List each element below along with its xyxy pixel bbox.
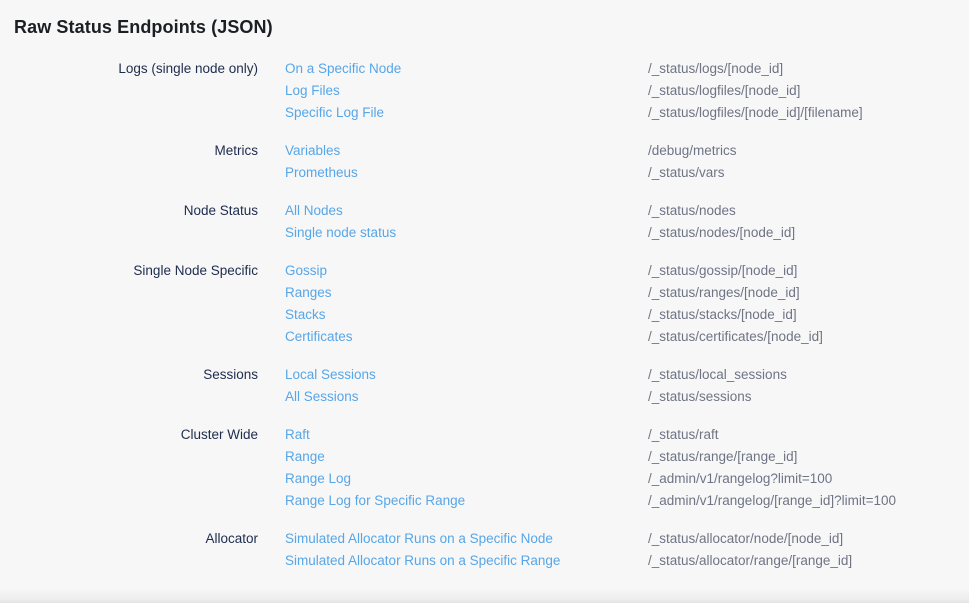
endpoint-path: /_status/allocator/node/[node_id] [648, 528, 955, 550]
endpoint-section: Allocator Simulated Allocator Runs on a S… [14, 528, 955, 572]
endpoint-path: /_status/sessions [648, 386, 955, 408]
category-label: Metrics [14, 140, 258, 184]
endpoint-link[interactable]: Certificates [285, 326, 648, 348]
endpoint-link[interactable]: All Sessions [285, 386, 648, 408]
links-column: All NodesSingle node status [258, 200, 648, 244]
category-label: Sessions [14, 364, 258, 408]
endpoint-link[interactable]: Single node status [285, 222, 648, 244]
endpoint-link[interactable]: Range [285, 446, 648, 468]
endpoint-section: Node StatusAll NodesSingle node status/_… [14, 200, 955, 244]
endpoint-section: Cluster WideRaftRangeRange LogRange Log … [14, 424, 955, 512]
paths-column: /_status/gossip/[node_id]/_status/ranges… [648, 260, 955, 348]
links-column: VariablesPrometheus [258, 140, 648, 184]
endpoint-path: /_status/certificates/[node_id] [648, 326, 955, 348]
endpoint-path: /_admin/v1/rangelog?limit=100 [648, 468, 955, 490]
page-title: Raw Status Endpoints (JSON) [14, 15, 955, 39]
endpoint-path: /_admin/v1/rangelog/[range_id]?limit=100 [648, 490, 955, 512]
footer-band [0, 587, 969, 603]
category-label: Allocator [14, 528, 258, 572]
debug-endpoints-page: Raw Status Endpoints (JSON) Logs (single… [0, 0, 969, 572]
endpoint-path: /_status/logs/[node_id] [648, 58, 955, 80]
paths-column: /debug/metrics/_status/vars [648, 140, 955, 184]
endpoint-link[interactable]: Variables [285, 140, 648, 162]
endpoint-link[interactable]: Ranges [285, 282, 648, 304]
endpoint-path: /_status/gossip/[node_id] [648, 260, 955, 282]
endpoint-path: /_status/raft [648, 424, 955, 446]
endpoint-path: /_status/nodes [648, 200, 955, 222]
endpoint-path: /_status/vars [648, 162, 955, 184]
links-column: Local SessionsAll Sessions [258, 364, 648, 408]
endpoint-path: /_status/logfiles/[node_id] [648, 80, 955, 102]
endpoint-link[interactable]: Gossip [285, 260, 648, 282]
endpoint-path: /debug/metrics [648, 140, 955, 162]
category-label: Single Node Specific [14, 260, 258, 348]
endpoint-path: /_status/ranges/[node_id] [648, 282, 955, 304]
endpoint-section: SessionsLocal SessionsAll Sessions/_stat… [14, 364, 955, 408]
endpoint-link[interactable]: Local Sessions [285, 364, 648, 386]
endpoint-section: MetricsVariablesPrometheus/debug/metrics… [14, 140, 955, 184]
links-column: On a Specific NodeLog FilesSpecific Log … [258, 58, 648, 124]
category-label: Cluster Wide [14, 424, 258, 512]
paths-column: /_status/nodes/_status/nodes/[node_id] [648, 200, 955, 244]
endpoint-link[interactable]: Specific Log File [285, 102, 648, 124]
paths-column: /_status/local_sessions/_status/sessions [648, 364, 955, 408]
endpoint-link[interactable]: Range Log for Specific Range [285, 490, 648, 512]
endpoint-sections: Logs (single node only)On a Specific Nod… [14, 58, 955, 572]
endpoint-section: Single Node SpecificGossipRangesStacksCe… [14, 260, 955, 348]
endpoint-link[interactable]: All Nodes [285, 200, 648, 222]
category-label: Logs (single node only) [14, 58, 258, 124]
links-column: GossipRangesStacksCertificates [258, 260, 648, 348]
links-column: RaftRangeRange LogRange Log for Specific… [258, 424, 648, 512]
paths-column: /_status/raft/_status/range/[range_id]/_… [648, 424, 955, 512]
endpoint-link[interactable]: Raft [285, 424, 648, 446]
paths-column: /_status/logs/[node_id]/_status/logfiles… [648, 58, 955, 124]
endpoint-link[interactable]: On a Specific Node [285, 58, 648, 80]
endpoint-path: /_status/nodes/[node_id] [648, 222, 955, 244]
endpoint-path: /_status/allocator/range/[range_id] [648, 550, 955, 572]
endpoint-section: Logs (single node only)On a Specific Nod… [14, 58, 955, 124]
category-label: Node Status [14, 200, 258, 244]
endpoint-link[interactable]: Log Files [285, 80, 648, 102]
endpoint-link[interactable]: Prometheus [285, 162, 648, 184]
endpoint-path: /_status/logfiles/[node_id]/[filename] [648, 102, 955, 124]
endpoint-path: /_status/stacks/[node_id] [648, 304, 955, 326]
paths-column: /_status/allocator/node/[node_id]/_statu… [648, 528, 955, 572]
endpoint-path: /_status/range/[range_id] [648, 446, 955, 468]
endpoint-link[interactable]: Simulated Allocator Runs on a Specific R… [285, 550, 648, 572]
links-column: Simulated Allocator Runs on a Specific N… [258, 528, 648, 572]
endpoint-path: /_status/local_sessions [648, 364, 955, 386]
endpoint-link[interactable]: Stacks [285, 304, 648, 326]
endpoint-link[interactable]: Simulated Allocator Runs on a Specific N… [285, 528, 648, 550]
endpoint-link[interactable]: Range Log [285, 468, 648, 490]
